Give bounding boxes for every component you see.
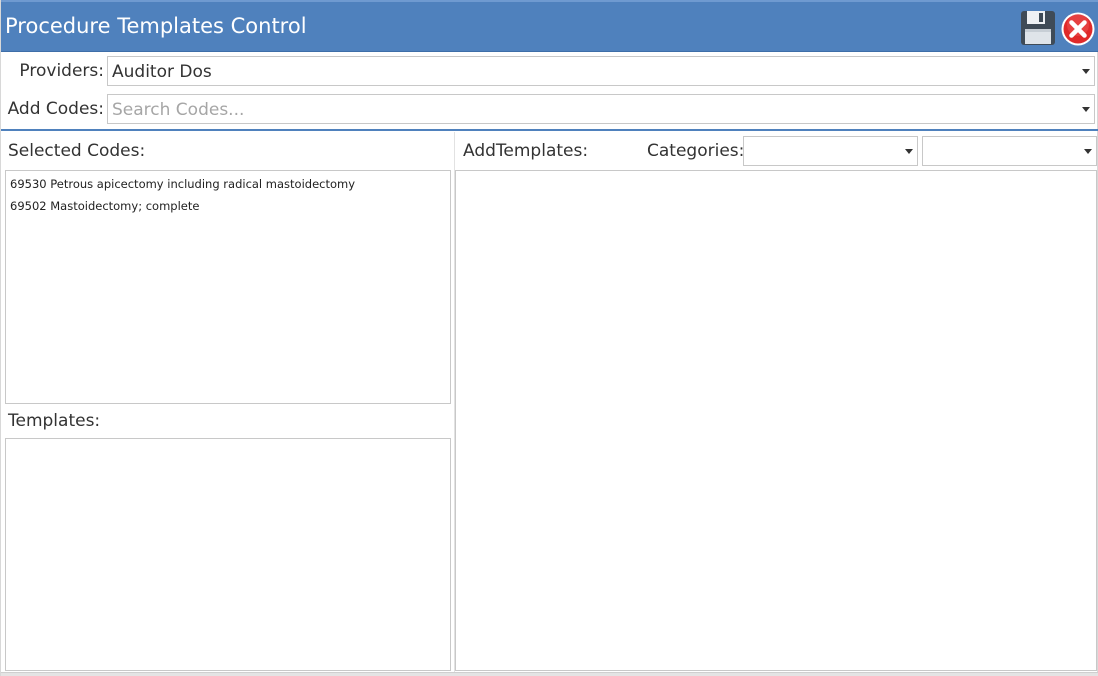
title-bar: Procedure Templates Control bbox=[1, 0, 1098, 52]
chevron-down-icon bbox=[1082, 107, 1090, 112]
close-button[interactable] bbox=[1060, 11, 1096, 47]
floppy-disk-icon bbox=[1021, 11, 1055, 45]
save-button[interactable] bbox=[1020, 10, 1056, 46]
chevron-down-icon bbox=[1084, 149, 1092, 154]
list-item[interactable]: 69502 Mastoidectomy; complete bbox=[6, 195, 450, 217]
add-templates-label: AddTemplates: bbox=[463, 141, 589, 161]
providers-label: Providers: bbox=[19, 61, 104, 81]
chevron-down-icon bbox=[905, 149, 913, 154]
subcategory-dropdown[interactable] bbox=[922, 136, 1097, 166]
templates-list[interactable] bbox=[5, 438, 451, 671]
providers-selected-value: Auditor Dos bbox=[112, 62, 212, 82]
add-codes-search-input[interactable]: Search Codes... bbox=[112, 100, 244, 120]
selected-codes-list[interactable]: 69530 Petrous apicectomy including radic… bbox=[5, 170, 451, 404]
category-dropdown[interactable] bbox=[743, 136, 918, 166]
window-bottom-border bbox=[1, 672, 1098, 676]
add-codes-search-dropdown[interactable]: Search Codes... bbox=[107, 94, 1095, 124]
list-item[interactable]: 69530 Petrous apicectomy including radic… bbox=[6, 173, 450, 195]
add-codes-label: Add Codes: bbox=[7, 99, 104, 119]
selected-codes-label: Selected Codes: bbox=[8, 141, 146, 161]
chevron-down-icon bbox=[1082, 69, 1090, 74]
add-templates-list[interactable] bbox=[455, 170, 1097, 671]
categories-label: Categories: bbox=[647, 141, 745, 161]
procedure-templates-window: Procedure Templates Control Providers: A… bbox=[0, 0, 1098, 676]
providers-dropdown[interactable]: Auditor Dos bbox=[107, 56, 1095, 86]
templates-label: Templates: bbox=[8, 411, 101, 431]
header-separator bbox=[1, 129, 1098, 131]
close-circle-icon bbox=[1061, 12, 1095, 46]
window-title: Procedure Templates Control bbox=[5, 14, 307, 38]
